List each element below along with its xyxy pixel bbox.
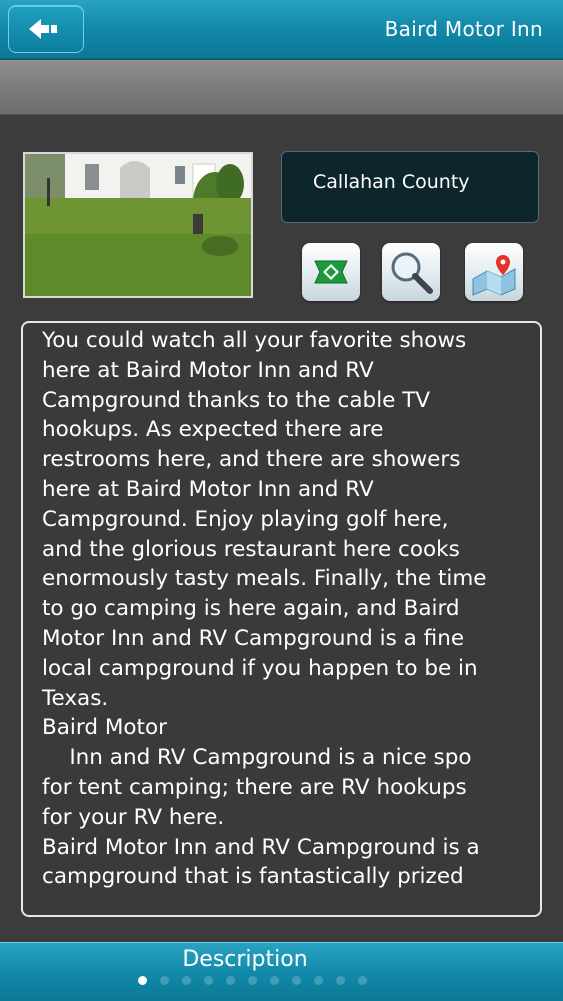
description-box[interactable]: You could watch all your favorite shows h… — [21, 321, 542, 917]
county-box: Callahan County — [281, 151, 539, 223]
description-line: Motor Inn and RV Campground is a fine — [42, 625, 465, 651]
description-line: here at Baird Motor Inn and RV — [42, 476, 374, 502]
search-button[interactable] — [382, 243, 440, 301]
page-dot[interactable] — [182, 976, 191, 985]
description-line: here at Baird Motor Inn and RV — [42, 357, 374, 383]
description-line: Inn and RV Campground is a nice spo — [42, 745, 472, 771]
map-button[interactable] — [465, 243, 523, 301]
description-line: restrooms here, and there are showers — [42, 447, 461, 473]
bottom-bar: Description — [0, 942, 563, 1001]
description-line: Campground thanks to the cable TV — [42, 387, 431, 413]
description-line: You could watch all your favorite shows — [42, 328, 467, 353]
campground-photo[interactable] — [23, 152, 253, 298]
top-bar: Baird Motor Inn — [0, 0, 563, 60]
description-line: campground that is fantastically prized — [42, 864, 464, 890]
description-line: Baird Motor — [42, 715, 167, 741]
page-dot[interactable] — [314, 976, 323, 985]
description-line: and the glorious restaurant here cooks — [42, 536, 460, 562]
page-title: Baird Motor Inn — [384, 17, 543, 41]
county-label: Callahan County — [313, 171, 470, 193]
page-dot[interactable] — [248, 976, 257, 985]
photo-image — [25, 154, 251, 296]
description-line: enormously tasty meals. Finally, the tim… — [42, 566, 487, 592]
page-dot[interactable] — [160, 976, 169, 985]
toolbar-strip — [0, 60, 563, 115]
page-dot[interactable] — [292, 976, 301, 985]
description-line: to go camping is here again, and Baird — [42, 596, 460, 622]
magnifier-icon — [391, 252, 433, 294]
page-dot[interactable] — [358, 976, 367, 985]
directions-sign-icon — [314, 260, 348, 284]
back-button[interactable] — [8, 5, 84, 53]
page-dot[interactable] — [226, 976, 235, 985]
page-dot[interactable] — [138, 976, 147, 985]
section-label: Description — [182, 947, 308, 972]
page-dot[interactable] — [204, 976, 213, 985]
map-pin-icon — [472, 255, 516, 296]
description-line: for tent camping; there are RV hookups — [42, 774, 467, 800]
description-line: for your RV here. — [42, 804, 225, 830]
description-line: Campground. Enjoy playing golf here, — [42, 506, 449, 532]
description-line: local campground if you happen to be in — [42, 655, 478, 681]
description-line: Baird Motor Inn and RV Campground is a — [42, 834, 480, 860]
page-dot[interactable] — [336, 976, 345, 985]
page-dot[interactable] — [270, 976, 279, 985]
description-line: Texas. — [42, 685, 109, 711]
directions-button[interactable] — [302, 243, 360, 301]
description-text: You could watch all your favorite shows h… — [42, 326, 540, 892]
description-line: hookups. As expected there are — [42, 417, 384, 443]
back-arrow-icon — [29, 19, 57, 39]
